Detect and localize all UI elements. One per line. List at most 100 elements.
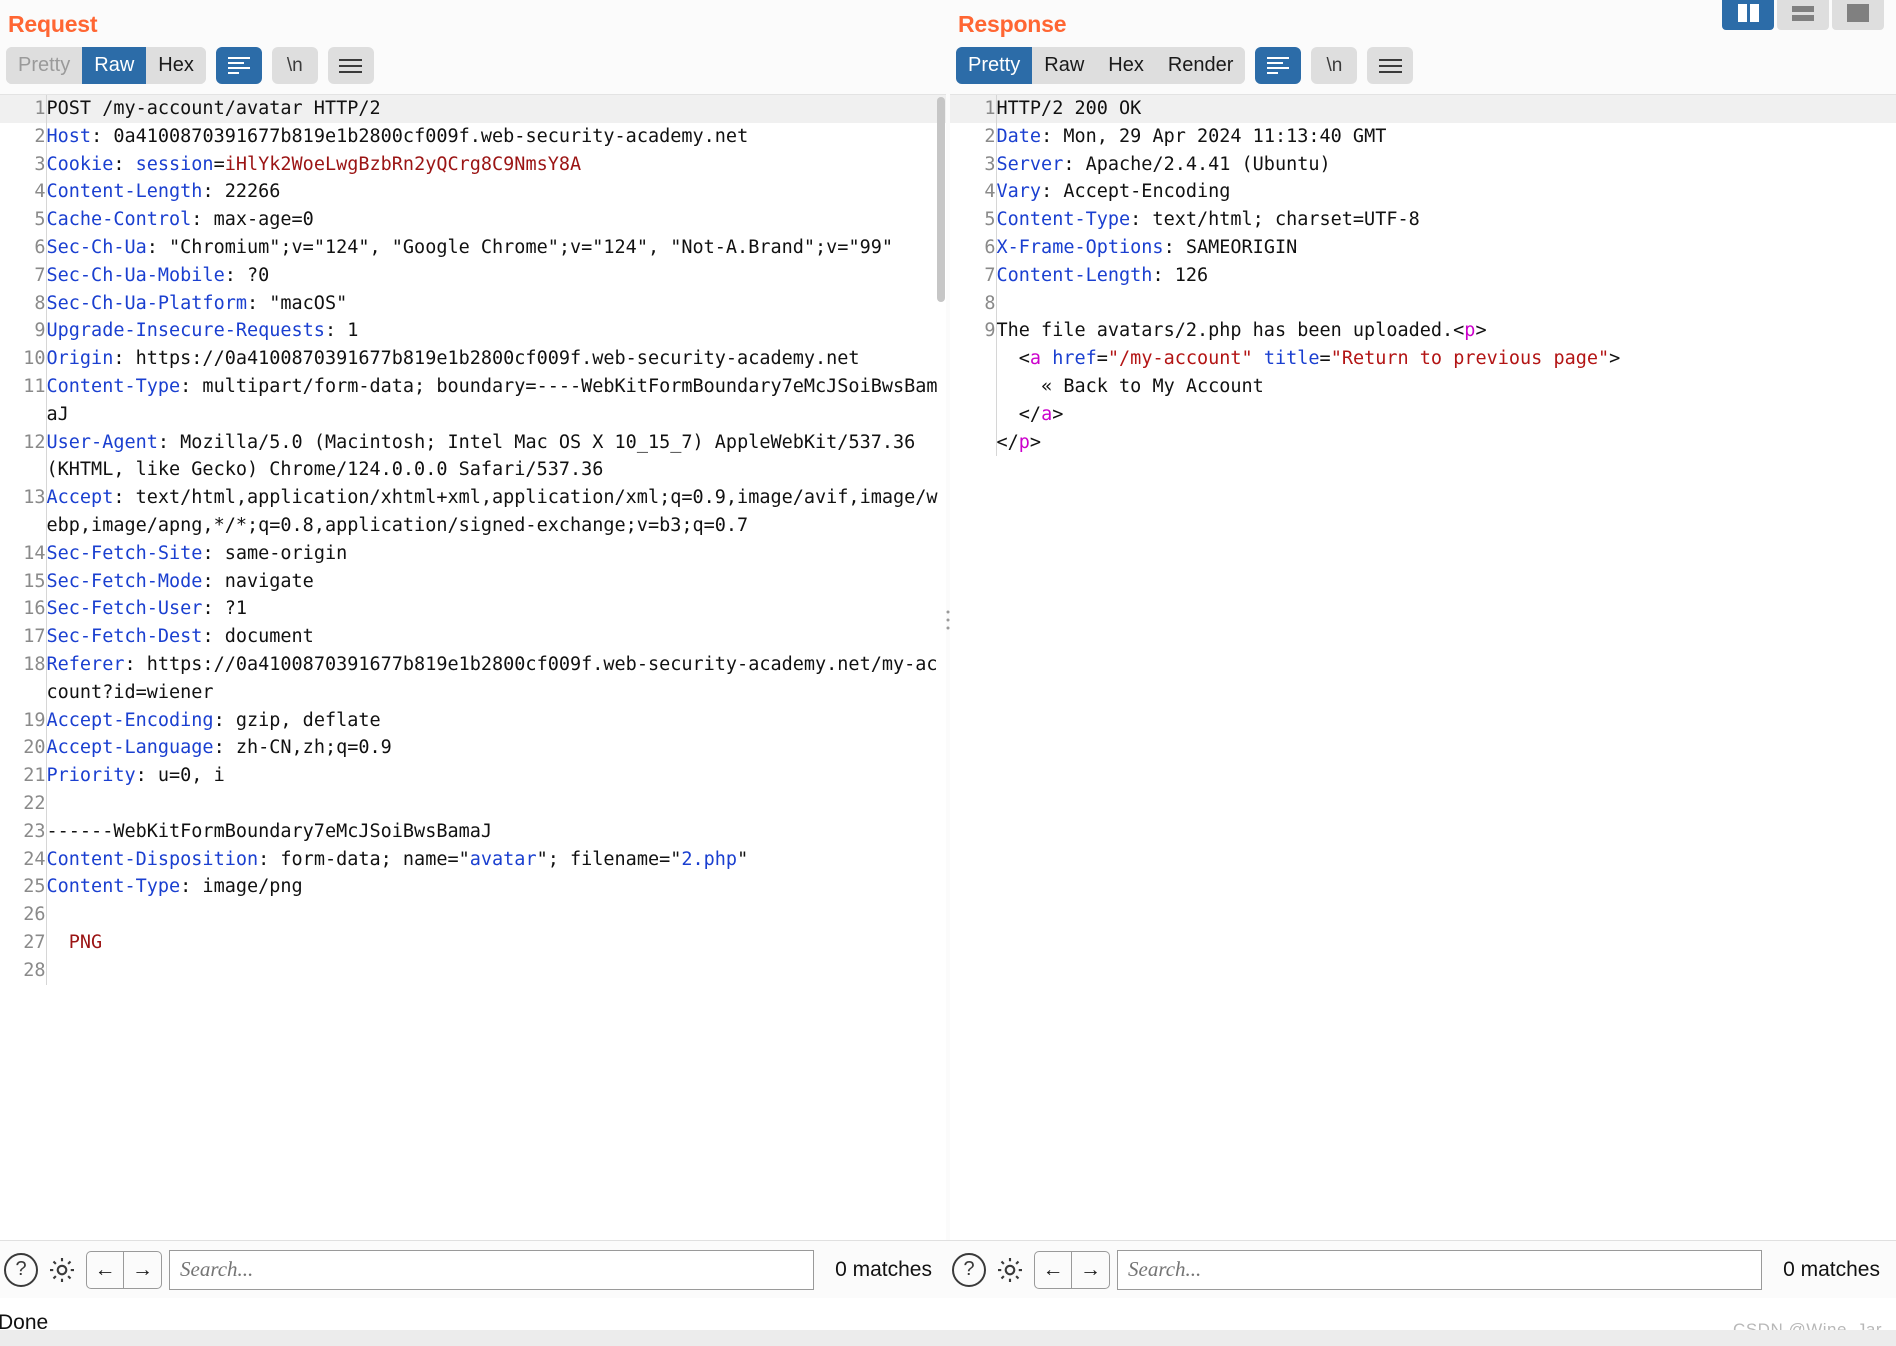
newline-icon: \n — [286, 54, 303, 76]
line-content: Sec-Ch-Ua: "Chromium";v="124", "Google C… — [46, 236, 894, 258]
response-tab-render[interactable]: Render — [1155, 47, 1246, 84]
request-body-viewer[interactable]: 1 POST /my-account/avatar HTTP/2 2 Host: 0… — [0, 94, 946, 1240]
view-mode-single-pane-button[interactable] — [1832, 0, 1884, 30]
question-mark-icon[interactable]: ? — [952, 1252, 986, 1287]
line-number: 7 — [0, 261, 47, 290]
question-mark-icon[interactable]: ? — [4, 1252, 38, 1287]
search-bars: ? ← → 0 matches ? — [0, 1240, 1896, 1298]
response-tab-pretty[interactable]: Pretty — [956, 47, 1033, 84]
gear-icon[interactable] — [45, 1253, 79, 1287]
line-content — [46, 957, 946, 985]
code-line: 6 Sec-Ch-Ua: "Chromium";v="124", "Google … — [0, 233, 946, 262]
response-search-nav[interactable]: ← → — [1034, 1250, 1110, 1289]
scrollbar-thumb[interactable] — [937, 97, 945, 302]
line-number: 1 — [950, 95, 997, 123]
code-line: 1 POST /my-account/avatar HTTP/2 — [0, 95, 946, 123]
code-line: 17 Sec-Fetch-Dest: document — [0, 623, 946, 651]
line-number: 8 — [950, 289, 997, 318]
line-content: Sec-Ch-Ua-Platform: "macOS" — [46, 292, 348, 314]
request-code-scroll: 1 POST /my-account/avatar HTTP/2 2 Host: 0… — [0, 95, 946, 1240]
line-number: 5 — [950, 206, 997, 234]
line-number: 20 — [0, 734, 47, 763]
request-match-count: 0 matches — [835, 1257, 932, 1281]
line-content: Sec-Ch-Ua-Mobile: ?0 — [46, 264, 270, 286]
line-content: Content-Length: 22266 — [46, 181, 281, 203]
word-wrap-icon — [227, 57, 250, 74]
hamburger-icon — [339, 58, 363, 73]
code-line: 4 Content-Length: 22266 — [0, 178, 946, 207]
code-line: 12 User-Agent: Mozilla/5.0 (Macintosh; In… — [0, 428, 946, 485]
line-number: 19 — [0, 706, 47, 735]
line-number: 26 — [0, 901, 47, 929]
response-word-wrap-button[interactable] — [1255, 47, 1302, 84]
line-content: The file avatars/2.php has been uploaded… — [996, 320, 1621, 453]
line-number: 4 — [0, 178, 47, 207]
search-prev-button[interactable]: ← — [1034, 1250, 1072, 1289]
line-number: 17 — [0, 623, 47, 651]
line-number: 9 — [950, 317, 997, 457]
single-pane-icon — [1847, 4, 1869, 22]
line-number: 22 — [0, 789, 47, 818]
request-tab-hex[interactable]: Hex — [146, 47, 206, 84]
request-search-nav[interactable]: ← → — [86, 1250, 162, 1289]
code-line: 13 Accept: text/html,application/xhtml+xm… — [0, 484, 946, 540]
code-line: 26 — [0, 901, 946, 929]
response-newline-button[interactable]: \n — [1311, 47, 1358, 84]
view-mode-button-group[interactable] — [1722, 0, 1884, 30]
request-search-bar: ? ← → 0 matches — [0, 1241, 948, 1299]
code-line: 1 HTTP/2 200 OK — [950, 95, 1896, 123]
line-number: 12 — [0, 428, 47, 485]
code-line: 18 Referer: https://0a4100870391677b819e1… — [0, 650, 946, 707]
code-line: 8 — [950, 289, 1896, 318]
code-line: 25 Content-Type: image/png — [0, 873, 946, 902]
code-line: 11 Content-Type: multipart/form-data; bou… — [0, 372, 946, 429]
line-number: 3 — [0, 150, 47, 179]
line-content: Cache-Control: max-age=0 — [46, 209, 314, 231]
search-prev-button[interactable]: ← — [86, 1250, 124, 1289]
line-content: Content-Type: multipart/form-data; bound… — [46, 375, 938, 425]
line-content: Upgrade-Insecure-Requests: 1 — [46, 320, 359, 342]
request-pane: Request Pretty Raw Hex \n 1 POST /my-acc… — [0, 0, 946, 1240]
request-vertical-scrollbar[interactable] — [936, 95, 946, 1240]
request-tab-raw[interactable]: Raw — [82, 47, 147, 84]
request-title: Request — [8, 11, 98, 37]
request-word-wrap-button[interactable] — [215, 47, 262, 84]
search-next-button[interactable]: → — [1072, 1250, 1110, 1289]
line-number: 6 — [950, 233, 997, 262]
response-menu-button[interactable] — [1367, 47, 1414, 84]
line-number: 21 — [0, 762, 47, 790]
line-number: 24 — [0, 845, 47, 874]
line-number: 25 — [0, 873, 47, 902]
line-content: X-Frame-Options: SAMEORIGIN — [996, 236, 1298, 258]
response-tab-raw[interactable]: Raw — [1032, 47, 1097, 84]
code-line: 3 Server: Apache/2.4.41 (Ubuntu) — [950, 150, 1896, 179]
code-line: 14 Sec-Fetch-Site: same-origin — [0, 539, 946, 568]
code-line: 5 Content-Type: text/html; charset=UTF-8 — [950, 206, 1896, 234]
response-pane: Response Pretty Raw Hex Render \n 1 HTTP… — [950, 0, 1896, 1240]
line-content — [996, 290, 1896, 318]
gear-icon[interactable] — [993, 1253, 1027, 1287]
line-content: Sec-Fetch-User: ?1 — [46, 598, 248, 620]
code-line: 27 PNG — [0, 928, 946, 957]
word-wrap-icon — [1267, 57, 1290, 74]
line-content — [46, 901, 946, 929]
response-body-viewer[interactable]: 1 HTTP/2 200 OK 2 Date: Mon, 29 Apr 2024 1… — [950, 94, 1896, 1240]
response-view-tabs[interactable]: Pretty Raw Hex Render — [956, 47, 1246, 84]
response-tab-hex[interactable]: Hex — [1096, 47, 1156, 84]
code-line: 8 Sec-Ch-Ua-Platform: "macOS" — [0, 289, 946, 318]
code-line: 9 Upgrade-Insecure-Requests: 1 — [0, 317, 946, 346]
line-number: 28 — [0, 956, 47, 985]
response-search-input[interactable] — [1117, 1249, 1763, 1290]
request-tab-pretty[interactable]: Pretty — [6, 47, 83, 84]
view-mode-split-vertical-button[interactable] — [1722, 0, 1774, 30]
view-mode-split-horizontal-button[interactable] — [1777, 0, 1829, 30]
line-number: 2 — [0, 122, 47, 151]
request-newline-button[interactable]: \n — [271, 47, 318, 84]
code-line: 6 X-Frame-Options: SAMEORIGIN — [950, 233, 1896, 262]
line-content: Date: Mon, 29 Apr 2024 11:13:40 GMT — [996, 125, 1387, 147]
search-next-button[interactable]: → — [124, 1250, 162, 1289]
code-line: 23 ------WebKitFormBoundary7eMcJSoiBwsBam… — [0, 817, 946, 846]
request-view-tabs[interactable]: Pretty Raw Hex — [6, 47, 206, 84]
request-search-input[interactable] — [169, 1249, 815, 1290]
request-menu-button[interactable] — [327, 47, 374, 84]
